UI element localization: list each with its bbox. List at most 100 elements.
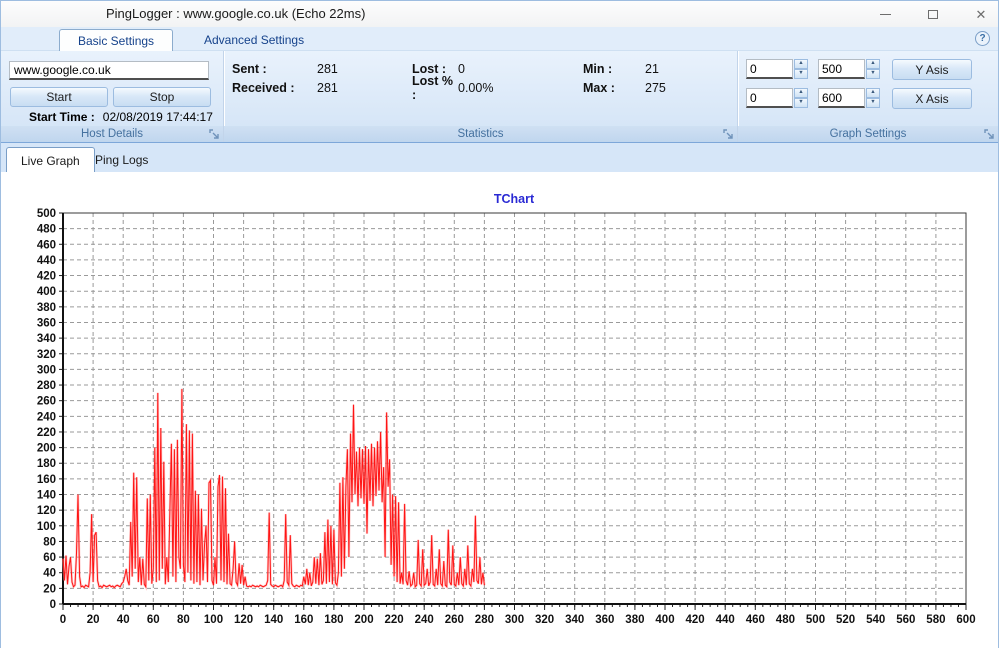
stat-max-label: Max : <box>583 81 645 95</box>
y-tick-label: 240 <box>37 411 56 423</box>
y-tick-label: 0 <box>50 599 56 611</box>
x-tick-label: 480 <box>776 614 795 626</box>
y-tick-label: 100 <box>37 521 56 533</box>
spin-up-icon[interactable]: ▲ <box>794 59 808 69</box>
ping-chart[interactable]: 0 20 40 60 80 100 120 140 160 180 200 220 240 260 280 3… <box>1 172 999 648</box>
minimize-button[interactable] <box>874 5 896 23</box>
y-min-spinner: ▲▼ <box>746 59 808 79</box>
y-tick-label: 40 <box>43 568 56 580</box>
x-tick-label: 220 <box>385 614 404 626</box>
maximize-button[interactable] <box>922 5 944 23</box>
x-tick-label: 560 <box>896 614 915 626</box>
dialog-launcher-icon[interactable] <box>723 129 734 140</box>
statistics-caption: Statistics <box>224 126 737 142</box>
x-tick-label: 340 <box>565 614 584 626</box>
y-tick-label: 20 <box>43 583 56 595</box>
spin-down-icon[interactable]: ▼ <box>866 69 880 79</box>
spin-up-icon[interactable]: ▲ <box>866 59 880 69</box>
x-tick-label: 20 <box>87 614 100 626</box>
minimize-icon <box>880 14 891 15</box>
x-tick-label: 540 <box>866 614 885 626</box>
x-tick-label: 420 <box>686 614 705 626</box>
x-tick-label: 400 <box>655 614 674 626</box>
close-icon: ✕ <box>976 8 987 21</box>
stat-sent-value: 281 <box>317 62 412 76</box>
y-tick-label: 260 <box>37 396 56 408</box>
dialog-launcher-icon[interactable] <box>209 129 220 140</box>
y-tick-label: 320 <box>37 349 56 361</box>
spin-down-icon[interactable]: ▼ <box>866 98 880 108</box>
tab-advanced-settings[interactable]: Advanced Settings <box>186 29 322 51</box>
start-time-label: Start Time : <box>29 110 95 124</box>
spin-down-icon[interactable]: ▼ <box>794 98 808 108</box>
y-tick-label: 80 <box>43 536 56 548</box>
pinglogger-window: PingLogger : www.google.co.uk (Echo 22ms… <box>0 0 999 648</box>
stat-min-label: Min : <box>583 62 645 76</box>
x-tick-label: 160 <box>294 614 313 626</box>
x-tick-label: 580 <box>926 614 945 626</box>
x-max-input[interactable] <box>818 88 865 108</box>
x-tick-label: 200 <box>354 614 373 626</box>
graph-settings-caption: Graph Settings <box>738 126 998 142</box>
spin-up-icon[interactable]: ▲ <box>794 88 808 98</box>
group-host-details: Start Stop Start Time : 02/08/2019 17:44… <box>1 51 223 142</box>
y-max-input[interactable] <box>818 59 865 79</box>
y-tick-label: 200 <box>37 443 56 455</box>
x-tick-label: 40 <box>117 614 130 626</box>
ribbon-tab-row: Basic Settings Advanced Settings ? <box>1 27 998 51</box>
x-tick-label: 600 <box>956 614 975 626</box>
x-min-input[interactable] <box>746 88 793 108</box>
x-tick-label: 320 <box>535 614 554 626</box>
stat-max-value: 275 <box>645 81 735 95</box>
x-tick-label: 300 <box>505 614 524 626</box>
tab-basic-settings[interactable]: Basic Settings <box>59 29 173 51</box>
spin-up-icon[interactable]: ▲ <box>866 88 880 98</box>
window-title: PingLogger : www.google.co.uk (Echo 22ms… <box>106 6 365 21</box>
x-tick-label: 80 <box>177 614 190 626</box>
x-tick-label: 240 <box>415 614 434 626</box>
y-tick-label: 440 <box>37 255 56 267</box>
y-tick-label: 500 <box>37 208 56 220</box>
x-tick-label: 100 <box>204 614 223 626</box>
y-tick-label: 60 <box>43 552 56 564</box>
x-tick-label: 460 <box>746 614 765 626</box>
y-min-input[interactable] <box>746 59 793 79</box>
start-time-value: 02/08/2019 17:44:17 <box>103 110 213 124</box>
x-tick-label: 520 <box>836 614 855 626</box>
statistics-grid: Sent : 281 Lost : 0 Min : 21 Received : … <box>232 59 735 97</box>
y-axis-button[interactable]: Y Asis <box>892 59 972 80</box>
x-max-spinner: ▲▼ <box>818 88 880 108</box>
help-icon[interactable]: ? <box>975 31 990 46</box>
stop-button[interactable]: Stop <box>113 87 211 107</box>
y-tick-label: 180 <box>37 458 56 470</box>
y-tick-label: 280 <box>37 380 56 392</box>
y-tick-label: 120 <box>37 505 56 517</box>
graph-settings-caption-label: Graph Settings <box>830 128 907 140</box>
stat-lost-value: 0 <box>458 62 583 76</box>
stat-received-value: 281 <box>317 81 412 95</box>
start-button[interactable]: Start <box>10 87 108 107</box>
x-tick-label: 380 <box>625 614 644 626</box>
close-button[interactable]: ✕ <box>970 5 992 23</box>
stat-lostpct-label: Lost % : <box>412 74 458 102</box>
view-tab-strip: Live Graph Ping Logs <box>1 142 998 172</box>
y-tick-label: 480 <box>37 224 56 236</box>
start-time-row: Start Time : 02/08/2019 17:44:17 <box>29 110 213 124</box>
y-tick-label: 160 <box>37 474 56 486</box>
y-tick-label: 380 <box>37 302 56 314</box>
title-bar: PingLogger : www.google.co.uk (Echo 22ms… <box>1 1 998 27</box>
host-details-caption-label: Host Details <box>81 128 143 140</box>
x-tick-label: 500 <box>806 614 825 626</box>
x-tick-label: 180 <box>324 614 343 626</box>
y-tick-label: 400 <box>37 286 56 298</box>
spin-down-icon[interactable]: ▼ <box>794 69 808 79</box>
y-tick-label: 220 <box>37 427 56 439</box>
ribbon: Start Stop Start Time : 02/08/2019 17:44… <box>1 51 998 142</box>
y-max-spinner: ▲▼ <box>818 59 880 79</box>
x-tick-label: 140 <box>264 614 283 626</box>
tab-ping-logs[interactable]: Ping Logs <box>81 147 162 173</box>
host-input[interactable] <box>9 61 209 80</box>
x-axis-button[interactable]: X Asis <box>892 88 972 109</box>
dialog-launcher-icon[interactable] <box>984 129 995 140</box>
stat-received-label: Received : <box>232 81 317 95</box>
